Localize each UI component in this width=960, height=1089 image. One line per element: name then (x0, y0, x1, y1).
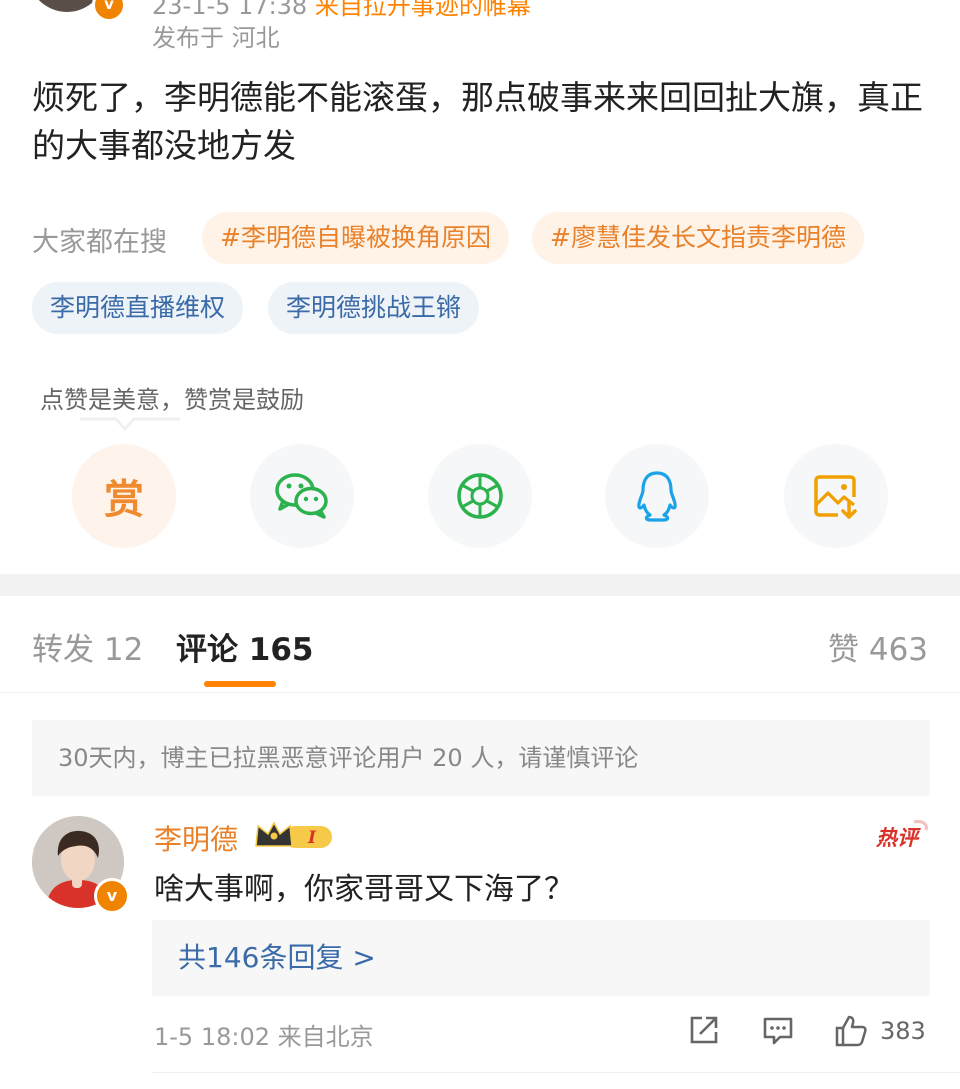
search-tag[interactable]: #廖慧佳发长文指责李明德 (532, 212, 864, 264)
commenter-name[interactable]: 李明德 (154, 818, 238, 858)
view-replies-link[interactable]: 共146条回复 > (152, 920, 930, 996)
post-location: 发布于 河北 (152, 24, 280, 52)
qq-share-button[interactable] (605, 444, 709, 548)
hot-comment-badge: 热评 (875, 820, 928, 850)
search-label: 大家都在搜 (32, 227, 167, 258)
comment-like-count: 383 (880, 1017, 926, 1045)
wechat-share-button[interactable] (250, 444, 354, 548)
tab-divider (0, 692, 960, 693)
save-image-button[interactable] (784, 444, 888, 548)
like-icon[interactable] (834, 1014, 868, 1048)
comment-meta: 1-5 18:02 来自北京 (154, 1023, 374, 1051)
active-tab-indicator (204, 681, 276, 687)
qq-icon (637, 471, 677, 522)
comment-divider (152, 1072, 960, 1073)
comment-icon[interactable] (762, 1014, 794, 1046)
search-tag[interactable]: 李明德挑战王锵 (268, 282, 480, 334)
save-image-icon (814, 475, 857, 519)
tab-comments[interactable]: 评论 165 (176, 624, 314, 669)
reward-tip: 点赞是美意，赞赏是鼓励 (40, 386, 304, 414)
tip-arrow-icon (80, 417, 180, 431)
moments-share-button[interactable] (428, 444, 532, 548)
wechat-icon (275, 473, 328, 519)
vip-crown-icon: I (255, 821, 332, 848)
comment-text: 啥大事啊，你家哥哥又下海了？ (154, 872, 574, 907)
verified-icon: v (92, 0, 126, 22)
post-body: 烦死了，李明德能不能滚蛋，那点破事来来回回扯大旗，真正的大事都没地方发 (32, 78, 923, 165)
post-source[interactable]: 来自拉开事迹的帷幕 (315, 0, 531, 20)
repost-icon[interactable] (688, 1014, 720, 1046)
vip-level-label: I (307, 828, 317, 848)
tab-repost[interactable]: 转发 12 (32, 624, 143, 669)
reward-icon: 赏 (104, 477, 144, 523)
search-tag[interactable]: #李明德自曝被换角原因 (202, 212, 509, 264)
reward-button[interactable]: 赏 (72, 444, 176, 548)
post-time: 23-1-5 17:38 (152, 0, 308, 20)
comment-notice: 30天内，博主已拉黑恶意评论用户 20 人，请谨慎评论 (32, 720, 930, 796)
section-divider (0, 574, 960, 596)
hot-comment-label: 热评 (875, 826, 921, 850)
tab-likes[interactable]: 赞 463 (828, 624, 928, 669)
search-tag[interactable]: 李明德直播维权 (32, 282, 244, 334)
moments-icon (457, 473, 503, 519)
verified-icon: v (94, 878, 130, 914)
